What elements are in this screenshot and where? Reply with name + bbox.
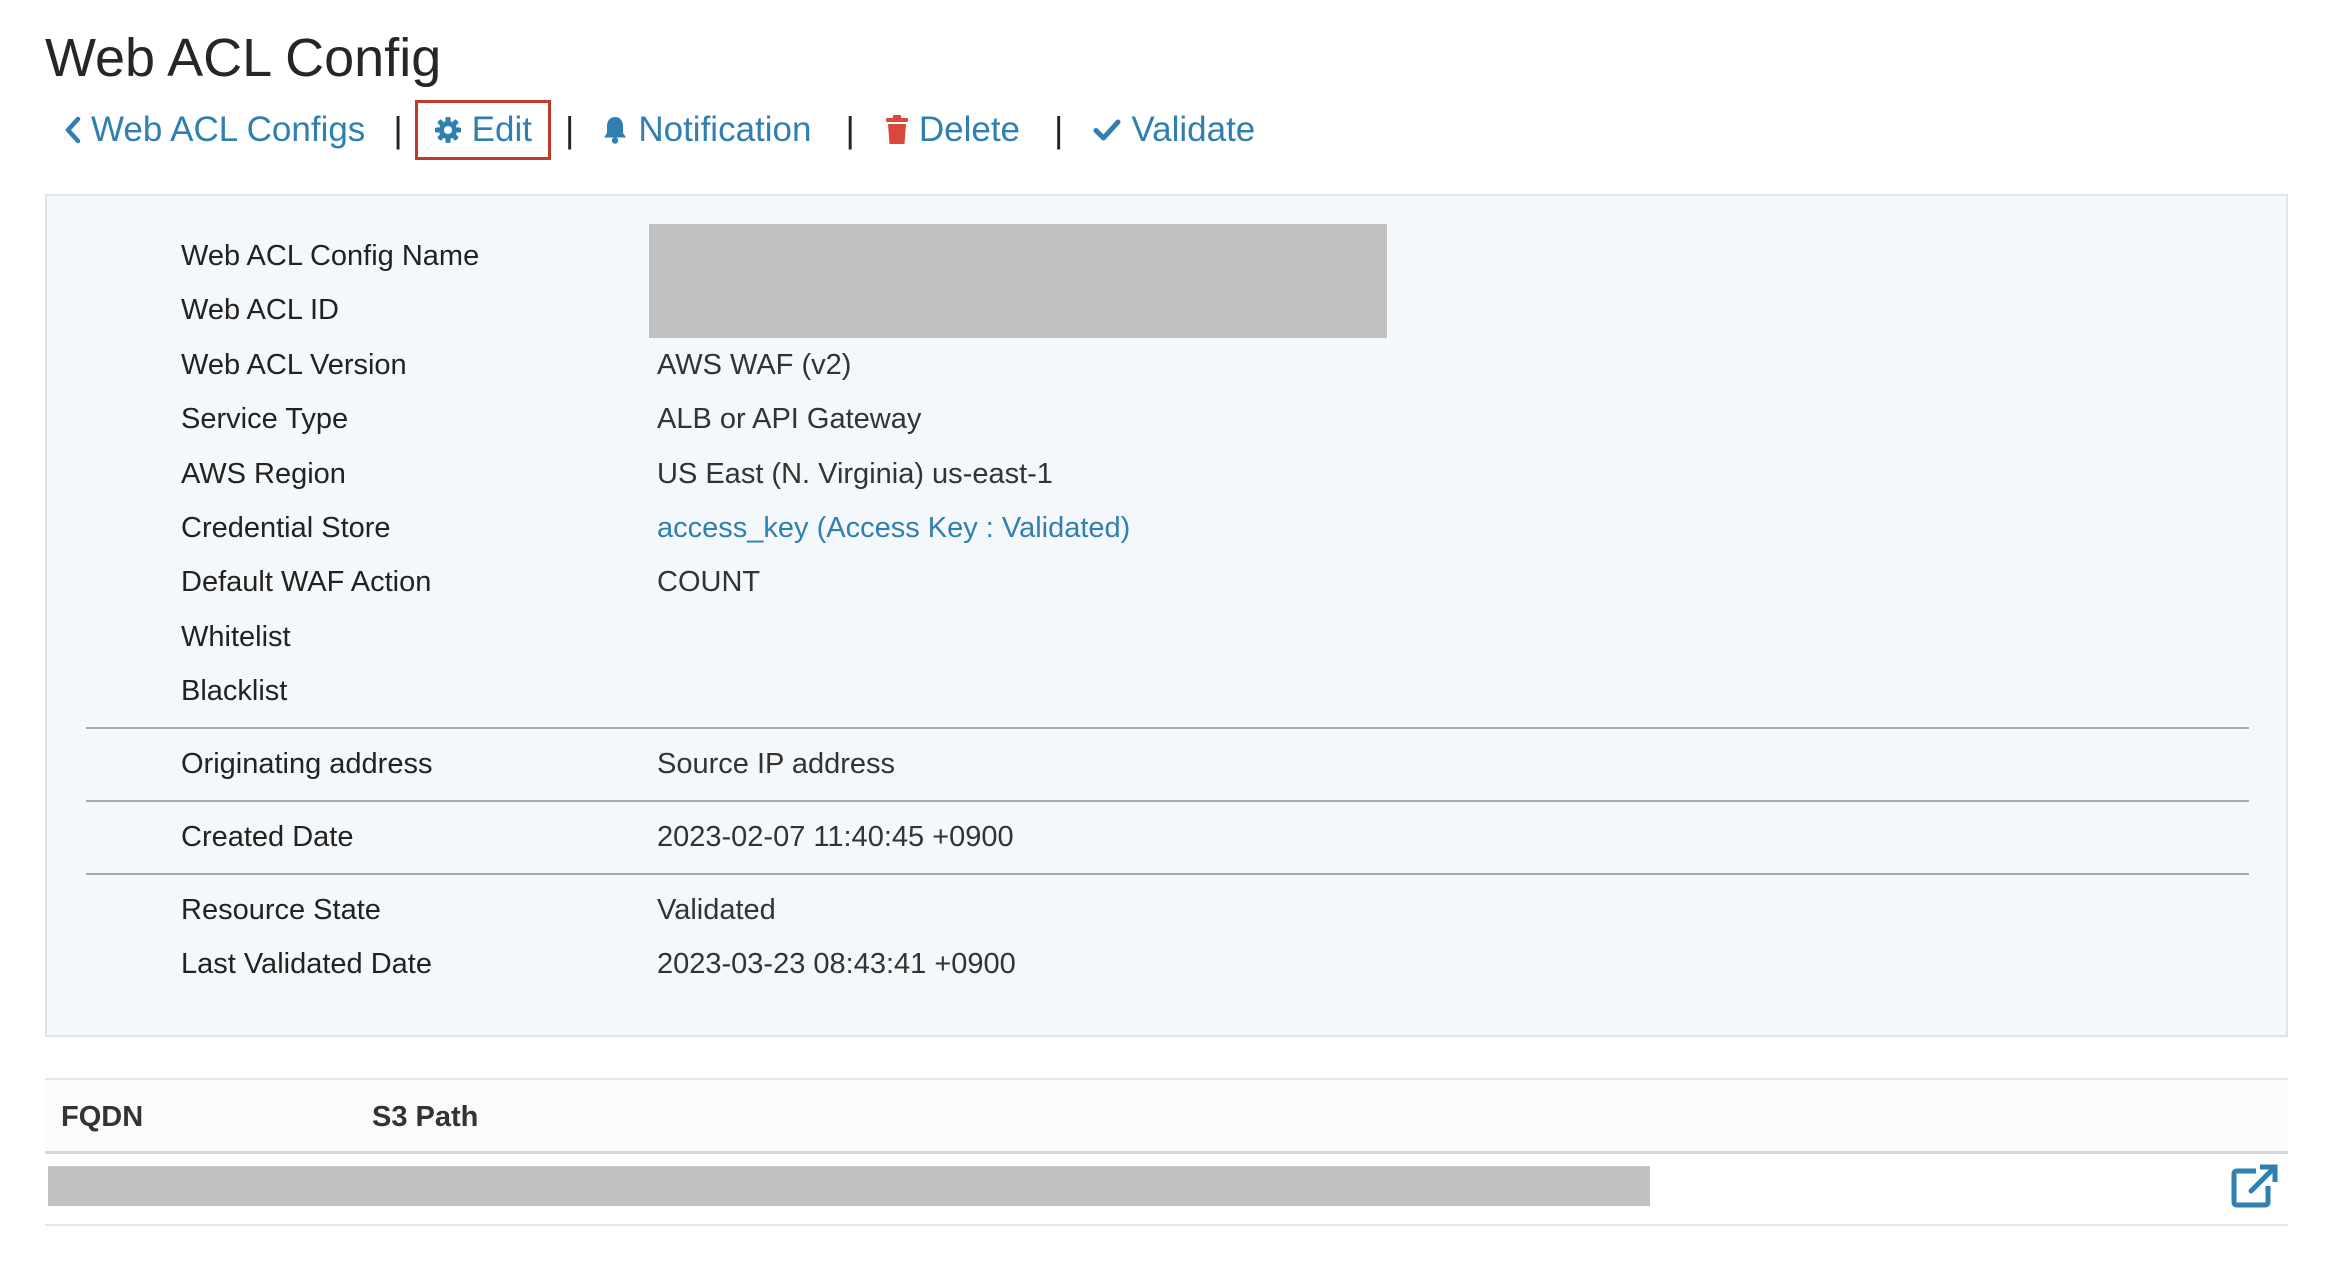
redacted-row-content (48, 1166, 1650, 1206)
delete-button-label: Delete (918, 110, 1021, 149)
detail-value: ALB or API Gateway (657, 403, 922, 435)
external-link-icon[interactable] (2230, 1164, 2278, 1213)
toolbar-separator: | (1054, 109, 1064, 150)
detail-label: Originating address (181, 748, 433, 780)
trash-icon (885, 115, 909, 145)
credential-store-link[interactable]: access_key (Access Key : Validated) (657, 508, 1130, 548)
section-divider (86, 873, 2249, 875)
detail-label: Credential Store (181, 512, 391, 544)
detail-label: Resource State (181, 894, 381, 926)
detail-label: Web ACL ID (181, 294, 339, 326)
bell-icon (602, 115, 628, 145)
details-panel: Web ACL Config Name Web ACL ID Web ACL V… (45, 194, 2288, 1037)
column-header-s3-path: S3 Path (372, 1101, 479, 1133)
detail-value: 2023-03-23 08:43:41 +0900 (657, 948, 1016, 980)
notification-button[interactable]: Notification (602, 110, 811, 150)
chevron-left-icon (65, 116, 81, 144)
action-toolbar: Web ACL Configs | Edit | Notification | … (45, 97, 1255, 163)
column-header-fqdn: FQDN (61, 1101, 144, 1133)
detail-value: COUNT (657, 566, 761, 598)
detail-label: Last Validated Date (181, 948, 432, 980)
fqdn-table: FQDN S3 Path (45, 1078, 2288, 1226)
validate-button-label: Validate (1131, 110, 1256, 149)
detail-value: Validated (657, 894, 776, 926)
back-link-label: Web ACL Configs (91, 110, 366, 149)
toolbar-separator: | (564, 109, 575, 150)
detail-label: Web ACL Version (181, 349, 407, 381)
detail-label: Blacklist (181, 675, 288, 707)
page-title: Web ACL Config (45, 28, 442, 88)
detail-label: Web ACL Config Name (181, 240, 480, 272)
detail-label: Whitelist (181, 621, 291, 653)
redacted-block (649, 224, 1387, 338)
toolbar-separator: | (393, 109, 403, 150)
delete-button[interactable]: Delete (885, 110, 1020, 150)
detail-value: US East (N. Virginia) us-east-1 (657, 458, 1053, 490)
check-icon (1093, 118, 1121, 142)
notification-button-label: Notification (638, 110, 812, 149)
detail-label: Service Type (181, 403, 349, 435)
validate-button[interactable]: Validate (1093, 110, 1255, 150)
detail-label: Created Date (181, 821, 354, 853)
section-divider (86, 800, 2249, 802)
detail-value: 2023-02-07 11:40:45 +0900 (657, 821, 1014, 853)
toolbar-separator: | (845, 109, 855, 150)
back-link[interactable]: Web ACL Configs (65, 110, 365, 150)
edit-button[interactable]: Edit (414, 100, 551, 160)
edit-button-label: Edit (471, 110, 532, 149)
table-header: FQDN S3 Path (45, 1078, 2288, 1154)
detail-value: Source IP address (657, 748, 896, 780)
detail-label: AWS Region (181, 458, 346, 490)
gear-icon (434, 116, 462, 144)
detail-value: AWS WAF (v2) (657, 349, 852, 381)
section-divider (86, 727, 2249, 729)
detail-label: Default WAF Action (181, 566, 432, 598)
table-row (45, 1154, 2288, 1226)
